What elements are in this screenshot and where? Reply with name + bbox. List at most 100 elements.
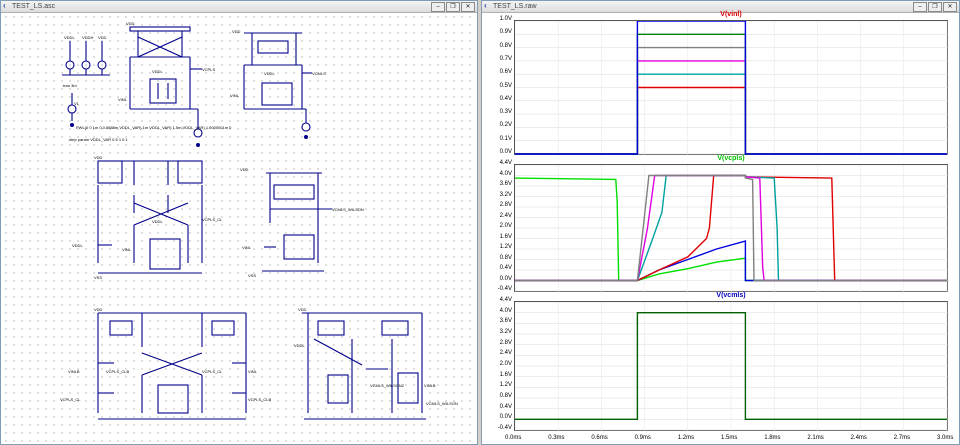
- label-vcpls-cl-5: VCPLS_CL: [202, 369, 223, 374]
- label-vcpls-clb-right: VCPLS_CLB: [248, 397, 272, 402]
- x-tick-label: 0.3ms: [548, 435, 565, 441]
- label-vss-3: VSS: [94, 275, 103, 280]
- plot-svg-0: [515, 21, 949, 156]
- label-vss-4: VSS: [248, 273, 257, 278]
- plot-title-2: V(vcmls): [716, 292, 746, 299]
- y-tick-label: 0.8V: [499, 254, 512, 261]
- y-tick-label: 2.4V: [499, 212, 512, 219]
- label-vcmls: VCMLS: [312, 71, 326, 76]
- x-tick-label: 2.1ms: [807, 435, 824, 441]
- y-tick-label: 2.0V: [499, 361, 512, 367]
- plot-title-0: V(vinl): [720, 11, 742, 18]
- y-tick-label: 4.4V: [499, 297, 512, 303]
- voltage-source-v1: [67, 93, 77, 121]
- label-vcpls-cl: VCPLS_CL: [202, 217, 223, 222]
- y-tick-label: 0.3V: [499, 109, 512, 116]
- y-tick-label: 0.8V: [499, 393, 512, 399]
- label-vinl-5: VINL: [248, 369, 257, 374]
- schematic-window[interactable]: ‹ TEST_LS.asc – ❐ ✕ VDDL VDDH VDD V1 .tr…: [0, 0, 478, 445]
- y-tick-label: 1.6V: [499, 371, 512, 378]
- label-vinl-1: VINL: [118, 97, 127, 102]
- y-tick-label: 0.0V: [499, 414, 512, 421]
- y-tick-label: 0.4V: [499, 265, 512, 271]
- plot-pane-1[interactable]: [514, 164, 949, 293]
- y-tick-label: 0.7V: [499, 55, 512, 62]
- y-tick-label: 3.6V: [499, 318, 512, 325]
- y-tick-label: 4.0V: [499, 170, 512, 177]
- label-vinl-3: VINL: [122, 247, 131, 252]
- label-vinlb-6: VINLB: [424, 383, 436, 388]
- y-tick-label: 3.6V: [499, 181, 512, 187]
- label-vdd-3: VDD: [94, 155, 103, 160]
- x-tick-label: 0.0ms: [505, 435, 522, 441]
- y-tick-label: 0.5V: [499, 82, 512, 89]
- circuit-wilson2: [302, 312, 426, 420]
- label-vdd-6: VDD: [298, 307, 307, 312]
- label-vddl-2: VDDL: [264, 71, 275, 76]
- y-tick-label: -0.4V: [497, 425, 512, 431]
- label-vdd-4: VDD: [240, 167, 249, 172]
- x-tick-label: 2.7ms: [893, 435, 911, 441]
- label-vddl-3: VDDL: [152, 219, 163, 224]
- label-vddl-source: VDDL: [64, 35, 75, 40]
- plot-title-1: V(vcpls): [717, 155, 745, 162]
- circuit-level-shifter-1: [129, 26, 203, 138]
- schematic-file-icon: ‹: [3, 1, 6, 10]
- label-vddl-3b: VDDL: [72, 243, 83, 248]
- x-tick-label: 1.5ms: [721, 435, 738, 441]
- label-vcmls-wilson2: VCMLS_WILSON2: [370, 383, 405, 388]
- label-tran: .tran 3m: [62, 83, 77, 88]
- label-vddl-6: VDDL: [294, 343, 305, 348]
- y-tick-label: 2.4V: [499, 350, 512, 357]
- x-tick-label: 1.2ms: [677, 435, 695, 441]
- y-tick-label: 3.2V: [499, 191, 512, 198]
- y-tick-label: 2.8V: [499, 339, 512, 346]
- plot-pane-0[interactable]: [514, 20, 949, 156]
- y-tick-label: 0.9V: [499, 29, 512, 36]
- label-vinl-2: VINL: [230, 93, 239, 98]
- x-tick-label: 2.4ms: [850, 435, 867, 441]
- schematic-drawing: [62, 26, 426, 420]
- schematic-canvas[interactable]: VDDL VDDH VDD V1 .tran 3m PWL(0 0 1m 0 0…: [2, 13, 476, 443]
- label-pwl: PWL(0 0 1m 0 0.8888m VDDL_VAR) 1m VDDL_V…: [76, 125, 232, 130]
- y-tick-label: 1.2V: [499, 244, 512, 250]
- label-vdd-source: VDD: [98, 35, 107, 40]
- schematic-title: TEST_LS.asc: [12, 3, 56, 10]
- circuit-wilson: [262, 172, 332, 272]
- label-vcpls-clb-left: VCPLS_CLB: [106, 369, 130, 374]
- label-vcmls-wilson-6: VCMLS_WILSON: [426, 401, 458, 406]
- circuit-level-shifter-cl: [97, 160, 203, 274]
- y-tick-label: -0.4V: [497, 286, 512, 292]
- y-tick-label: 0.0V: [499, 275, 512, 282]
- label-vddl-1: VDDL: [152, 69, 163, 74]
- y-tick-label: 0.1V: [499, 135, 512, 142]
- circuit-level-shifter-clb: [97, 312, 247, 420]
- label-vdd-2: VDD: [232, 29, 241, 34]
- y-tick-label: 4.0V: [499, 307, 512, 314]
- schematic-titlebar[interactable]: ‹ TEST_LS.asc – ❐ ✕: [1, 1, 477, 13]
- minimize-button[interactable]: –: [431, 2, 445, 12]
- close-button[interactable]: ✕: [461, 2, 475, 12]
- label-vdd-5: VDD: [94, 307, 103, 312]
- y-tick-label: 0.4V: [499, 95, 512, 102]
- label-vinlb: VINLB: [68, 369, 80, 374]
- voltage-source-vddl: [62, 41, 110, 76]
- plot-svg-2: [515, 302, 949, 432]
- x-tick-label: 1.8ms: [764, 435, 781, 441]
- circuit-level-shifter-2: [243, 32, 312, 132]
- y-tick-label: 2.0V: [499, 223, 512, 229]
- y-tick-label: 0.2V: [499, 122, 512, 129]
- plot-pane-2[interactable]: [514, 301, 949, 432]
- x-tick-label: 3.0ms: [937, 435, 954, 441]
- y-tick-label: 1.0V: [499, 16, 512, 22]
- y-tick-label: 3.2V: [499, 329, 512, 335]
- waveform-window[interactable]: ‹ TEST_LS.raw – ❐ ✕ V(vinl) 1.0V 0.9V 0.8V 0…: [481, 0, 960, 445]
- label-vdd-1: VDD: [126, 21, 135, 26]
- x-tick-label: 0.9ms: [634, 435, 651, 441]
- plot-svg-1: [515, 165, 949, 293]
- label-v1: V1: [74, 101, 79, 106]
- x-tick-label: 0.6ms: [591, 435, 608, 441]
- label-step: .step param VDDL_VAR 0.5 1 0.1: [68, 137, 128, 142]
- restore-button[interactable]: ❐: [446, 2, 460, 12]
- label-vcmls-wilson: VCMLS_WILSON: [332, 207, 364, 212]
